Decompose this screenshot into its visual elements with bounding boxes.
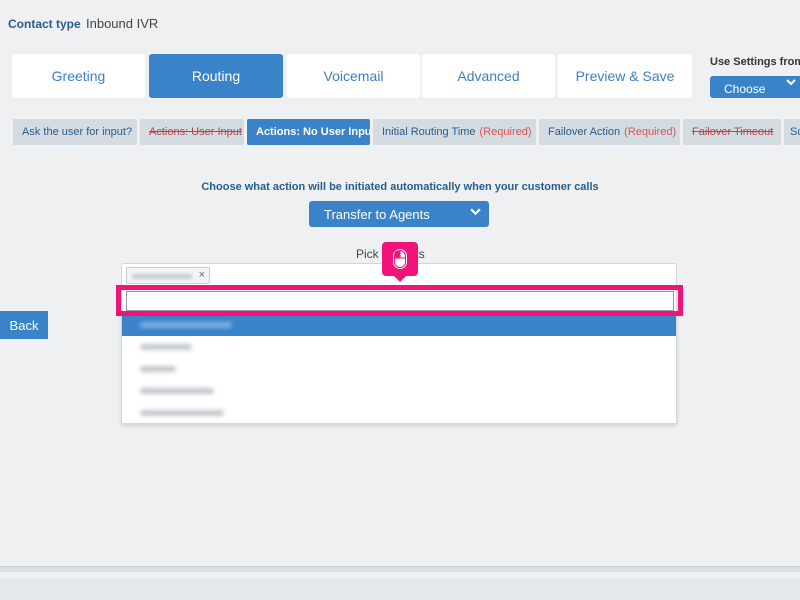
subtab-label: Initial Routing Time — [382, 126, 476, 138]
option-label-redacted — [140, 344, 192, 350]
action-prompt: Choose what action will be initiated aut… — [201, 181, 599, 193]
contact-type-value: Inbound IVR — [86, 16, 159, 31]
list-item[interactable] — [122, 358, 676, 380]
agents-multiselect[interactable]: × — [121, 263, 677, 287]
subtab-label: Failover Timeout — [692, 126, 774, 138]
option-label-redacted — [140, 322, 232, 328]
tab-routing[interactable]: Routing — [149, 54, 283, 98]
routing-subtabs: Ask the user for input? Actions: User In… — [0, 119, 800, 145]
required-badge: (Required) — [624, 126, 677, 138]
subtab-actions-no-user-input[interactable]: Actions: No User Input — [247, 119, 370, 145]
tab-advanced[interactable]: Advanced — [422, 54, 555, 98]
list-item[interactable] — [122, 402, 676, 424]
selected-agent-chip: × — [126, 267, 210, 284]
subtab-label: Sc — [790, 126, 800, 138]
use-settings-value: Choose — [724, 82, 766, 96]
subtab-initial-routing-time[interactable]: Initial Routing Time (Required) — [373, 119, 536, 145]
subtab-failover-action[interactable]: Failover Action (Required) — [539, 119, 680, 145]
list-item[interactable] — [122, 380, 676, 402]
subtab-actions-user-input[interactable]: Actions: User Input — [140, 119, 244, 145]
option-label-redacted — [140, 410, 224, 416]
action-select-value: Transfer to Agents — [324, 207, 430, 222]
list-item[interactable] — [122, 314, 676, 336]
chevron-down-icon — [470, 206, 481, 220]
action-select[interactable]: Transfer to Agents — [309, 201, 489, 227]
tab-voicemail[interactable]: Voicemail — [287, 54, 420, 98]
back-button[interactable]: Back — [0, 311, 48, 339]
agents-dropdown — [121, 287, 677, 424]
footer-bar — [0, 578, 800, 600]
subtab-label: Actions: User Input — [149, 126, 242, 138]
option-label-redacted — [140, 366, 176, 372]
option-label-redacted — [140, 388, 214, 394]
chevron-down-icon — [786, 77, 796, 90]
tab-greeting[interactable]: Greeting — [12, 54, 145, 98]
pick-agents-label: Pick ents — [356, 247, 425, 261]
contact-type-label: Contact type — [8, 17, 81, 31]
divider — [0, 566, 800, 572]
subtab-label: Ask the user for input? — [22, 126, 133, 138]
chip-remove-icon[interactable]: × — [199, 269, 205, 281]
tab-preview-save[interactable]: Preview & Save — [558, 54, 692, 98]
list-item[interactable] — [122, 336, 676, 358]
subtab-label: Actions: No User Input — [256, 126, 370, 138]
subtab-ask-user-input[interactable]: Ask the user for input? — [13, 119, 137, 145]
required-badge: (Required) — [479, 126, 532, 138]
chip-label-redacted — [132, 274, 192, 279]
agents-search-input[interactable] — [126, 291, 674, 311]
use-settings-select[interactable]: Choose — [710, 76, 800, 98]
subtab-schedule[interactable]: Sc — [784, 119, 800, 145]
header-bar: Contact type Inbound IVR — [0, 0, 800, 44]
use-settings-label: Use Settings from — [710, 56, 800, 68]
subtab-label: Failover Action — [548, 126, 621, 138]
subtab-failover-timeout[interactable]: Failover Timeout — [683, 119, 781, 145]
